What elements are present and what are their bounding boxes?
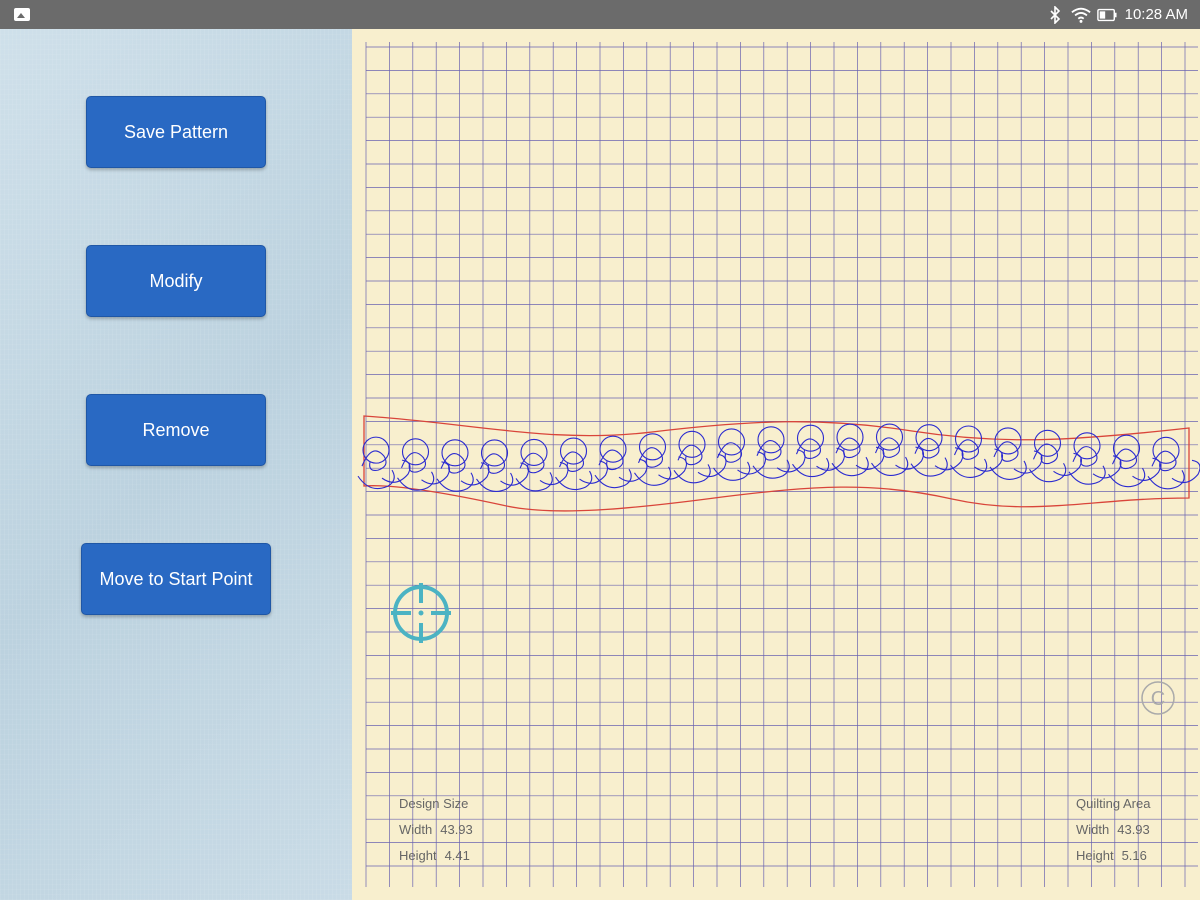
pattern-curl (436, 472, 474, 492)
pattern-swirl (1151, 450, 1200, 484)
design-size-info: Design Size Width 43.93 Height 4.41 (399, 791, 473, 869)
image-notification-icon (14, 8, 30, 21)
pattern-swirl (479, 453, 530, 486)
svg-text:C: C (1151, 688, 1165, 710)
design-size-title: Design Size (399, 796, 469, 811)
pattern-swirl (519, 452, 569, 486)
pattern-swirl (598, 449, 648, 482)
pattern-curl (555, 470, 593, 491)
pattern-swirl (440, 453, 490, 486)
status-bar: 10:28 AM (0, 0, 1200, 29)
quilt-pattern (357, 423, 1200, 492)
pattern-curl (594, 468, 632, 489)
design-height-value: 4.41 (444, 848, 470, 863)
clock: 10:28 AM (1124, 6, 1188, 23)
crosshair-icon[interactable] (391, 583, 451, 643)
canvas-drawing[interactable]: C (352, 29, 1200, 900)
battery-icon (1096, 5, 1117, 25)
quilting-height-value: 5.16 (1121, 848, 1147, 863)
pattern-swirl (795, 438, 846, 471)
pattern-swirl (835, 437, 885, 470)
wifi-icon (1070, 5, 1091, 25)
design-height-label: Height (399, 848, 437, 863)
quilting-width-value: 43.93 (1117, 822, 1150, 837)
quilting-area-title: Quilting Area (1076, 796, 1151, 811)
pattern-curl (989, 460, 1027, 480)
modify-button[interactable]: Modify (86, 245, 266, 317)
quilting-area-info: Quilting Area Width 43.93 Height 5.16 (1076, 791, 1150, 869)
status-icons: 10:28 AM (1045, 4, 1188, 25)
grid-lines (365, 42, 1198, 887)
bluetooth-icon (1045, 5, 1065, 25)
design-canvas[interactable]: C Design Size Width 43.93 Height 4.41 Quil… (352, 29, 1200, 900)
pattern-curl (713, 461, 751, 481)
pattern-curl (910, 457, 948, 477)
pattern-curl (1029, 462, 1067, 483)
save-pattern-button[interactable]: Save Pattern (86, 96, 266, 168)
pattern-curl (634, 466, 672, 486)
sidebar: Save Pattern Modify Remove Move to Start… (0, 29, 352, 900)
pattern-swirl (874, 437, 925, 470)
quilting-height-label: Height (1076, 848, 1114, 863)
pattern-curl (1108, 467, 1146, 488)
copyright-icon: C (1141, 681, 1175, 715)
pattern-curl (752, 459, 790, 479)
remove-button[interactable]: Remove (86, 394, 266, 466)
pattern-curl (673, 464, 711, 484)
design-width-label: Width (399, 822, 433, 837)
pattern-swirl (756, 440, 806, 473)
pattern-swirl (637, 447, 688, 480)
design-width-value: 43.93 (440, 822, 473, 837)
pattern-curl (1068, 465, 1106, 485)
quilting-width-label: Width (1076, 822, 1110, 837)
move-to-start-point-button[interactable]: Move to Start Point (81, 543, 271, 615)
pattern-curl (1147, 470, 1185, 490)
